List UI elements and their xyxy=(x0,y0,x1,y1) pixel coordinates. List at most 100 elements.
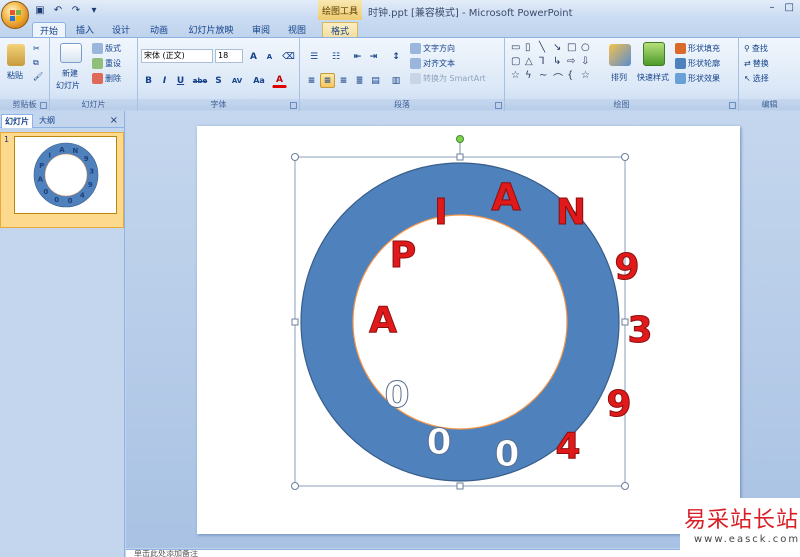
columns-icon[interactable]: ▥ xyxy=(386,73,406,88)
strikethrough-button[interactable]: abe xyxy=(190,73,210,88)
triangle-shape-icon[interactable]: △ xyxy=(525,56,533,67)
lightning-shape-icon[interactable]: ϟ xyxy=(525,70,532,81)
tab-format[interactable]: 格式 xyxy=(322,22,358,37)
align-text-button[interactable]: 对齐文本 xyxy=(410,58,455,69)
smartart-button[interactable]: 转换为 SmartArt xyxy=(410,73,486,84)
close-pane-icon[interactable]: × xyxy=(110,115,118,126)
save-icon[interactable]: ▣ xyxy=(33,3,47,17)
elbow-shape-icon[interactable]: ⅂ xyxy=(539,56,545,67)
down-arrow-shape-icon[interactable]: ⇩ xyxy=(581,56,589,67)
clipboard-launcher-icon[interactable] xyxy=(40,102,47,109)
tab-home[interactable]: 开始 xyxy=(32,22,66,37)
shrink-font-button[interactable]: A xyxy=(262,49,277,64)
delete-button[interactable]: 删除 xyxy=(92,73,121,84)
copy-icon[interactable]: ⧉ xyxy=(33,58,39,68)
tab-design[interactable]: 设计 xyxy=(106,22,136,37)
handle-left[interactable] xyxy=(291,318,299,326)
shape-effects-button[interactable]: 形状效果 xyxy=(675,73,720,84)
undo-icon[interactable]: ↶ xyxy=(51,3,65,17)
redo-icon[interactable]: ↷ xyxy=(69,3,83,17)
shadow-button[interactable]: S xyxy=(211,73,226,88)
clear-format-icon[interactable]: ⌫ xyxy=(281,49,296,64)
align-center-icon[interactable]: ≡ xyxy=(320,73,335,88)
rotation-handle[interactable] xyxy=(456,135,464,143)
italic-button[interactable]: I xyxy=(157,73,172,88)
handle-top[interactable] xyxy=(456,153,464,161)
arc-shape-icon[interactable]: ⌒ xyxy=(553,70,563,85)
rounded-rect-shape-icon[interactable]: ▢ xyxy=(511,56,520,67)
star-shape-icon[interactable]: ☆ xyxy=(581,70,590,81)
font-size-combo[interactable]: 18 xyxy=(215,49,243,63)
minimize-icon[interactable]: – xyxy=(770,2,775,13)
customize-qat-icon[interactable]: ▾ xyxy=(87,3,101,17)
handle-bottom-right[interactable] xyxy=(621,482,629,490)
drawing-launcher-icon[interactable] xyxy=(729,102,736,109)
slide-thumbnail-selected[interactable]: 1 APIAN9394000 xyxy=(0,132,124,228)
arrow-shape-icon[interactable]: ↘ xyxy=(553,42,561,53)
tab-insert[interactable]: 插入 xyxy=(70,22,100,37)
shape-fill-button[interactable]: 形状填充 xyxy=(675,43,720,54)
select-button[interactable]: ↖ 选择 xyxy=(744,73,769,84)
paste-button[interactable]: 粘贴 xyxy=(7,70,23,81)
connector-shape-icon[interactable]: ↳ xyxy=(553,56,561,67)
quick-styles-icon[interactable] xyxy=(643,42,665,66)
paste-icon[interactable] xyxy=(7,44,25,66)
change-case-button[interactable]: Aa xyxy=(249,73,269,88)
bold-button[interactable]: B xyxy=(141,73,156,88)
underline-button[interactable]: U xyxy=(173,73,188,88)
office-button[interactable] xyxy=(1,1,29,29)
layout-button[interactable]: 版式 xyxy=(92,43,121,54)
grow-font-button[interactable]: A xyxy=(246,49,261,64)
handle-right[interactable] xyxy=(621,318,629,326)
handle-top-left[interactable] xyxy=(291,153,299,161)
tab-animations[interactable]: 动画 xyxy=(144,22,174,37)
char-spacing-button[interactable]: AV xyxy=(227,73,247,88)
align-right-icon[interactable]: ≡ xyxy=(336,73,351,88)
quick-styles-button[interactable]: 快速样式 xyxy=(637,72,669,83)
tab-review[interactable]: 审阅 xyxy=(246,22,276,37)
line-spacing-icon[interactable]: ↕ xyxy=(386,49,406,64)
freeform-shape-icon[interactable]: ☆ xyxy=(511,70,520,81)
slide-canvas[interactable]: APIAN9394000 xyxy=(197,126,740,534)
handle-top-right[interactable] xyxy=(621,153,629,161)
font-launcher-icon[interactable] xyxy=(290,102,297,109)
reset-button[interactable]: 重设 xyxy=(92,58,121,69)
oval-shape-icon[interactable]: ○ xyxy=(581,42,590,53)
text-direction-button[interactable]: 文字方向 xyxy=(410,43,455,54)
handle-bottom-left[interactable] xyxy=(291,482,299,490)
numbering-icon[interactable]: ☷ xyxy=(326,49,346,64)
replace-button[interactable]: ⇄ 替换 xyxy=(744,58,769,69)
arrange-icon[interactable] xyxy=(609,44,631,66)
shapes-gallery[interactable]: ▭ ▯ ╲ ↘ □ ○ ▢ △ ⅂ ↳ ⇨ ⇩ ☆ ϟ ∼ ⌒ { ☆ xyxy=(509,42,597,88)
textbox-shape-icon[interactable]: ▭ xyxy=(511,42,520,53)
vtextbox-shape-icon[interactable]: ▯ xyxy=(525,42,531,53)
shape-outline-button[interactable]: 形状轮廓 xyxy=(675,58,720,69)
new-slide-button[interactable]: 新建 xyxy=(62,68,78,79)
tab-view[interactable]: 视图 xyxy=(282,22,312,37)
line-shape-icon[interactable]: ╲ xyxy=(539,42,545,53)
notes-pane[interactable]: 单击此处添加备注 xyxy=(126,549,800,557)
maximize-icon[interactable]: □ xyxy=(785,2,794,13)
increase-indent-icon[interactable]: ⇥ xyxy=(366,49,381,64)
font-color-button[interactable]: A xyxy=(272,73,287,88)
curve-shape-icon[interactable]: ∼ xyxy=(539,70,547,81)
handle-bottom[interactable] xyxy=(456,482,464,490)
paragraph-launcher-icon[interactable] xyxy=(495,102,502,109)
bullets-icon[interactable]: ☰ xyxy=(304,49,324,64)
font-name-combo[interactable]: 宋体 (正文) xyxy=(141,49,213,63)
find-button[interactable]: ⚲ 查找 xyxy=(744,43,768,54)
distribute-icon[interactable]: ▤ xyxy=(368,73,383,88)
tab-slides-pane[interactable]: 幻灯片 xyxy=(1,114,33,128)
decrease-indent-icon[interactable]: ⇤ xyxy=(350,49,365,64)
brace-shape-icon[interactable]: { xyxy=(567,70,573,81)
arrange-button[interactable]: 排列 xyxy=(611,72,627,83)
format-painter-icon[interactable]: 🖌 xyxy=(33,72,43,81)
new-slide-icon[interactable] xyxy=(60,43,82,63)
tab-slideshow[interactable]: 幻灯片放映 xyxy=(182,22,240,37)
right-arrow-shape-icon[interactable]: ⇨ xyxy=(567,56,575,67)
rect-shape-icon[interactable]: □ xyxy=(567,42,576,53)
justify-icon[interactable]: ≣ xyxy=(352,73,367,88)
slide-thumbnail[interactable]: APIAN9394000 xyxy=(14,136,117,214)
cut-icon[interactable]: ✂ xyxy=(33,44,40,53)
new-slide-button-label2[interactable]: 幻灯片 xyxy=(56,80,80,91)
